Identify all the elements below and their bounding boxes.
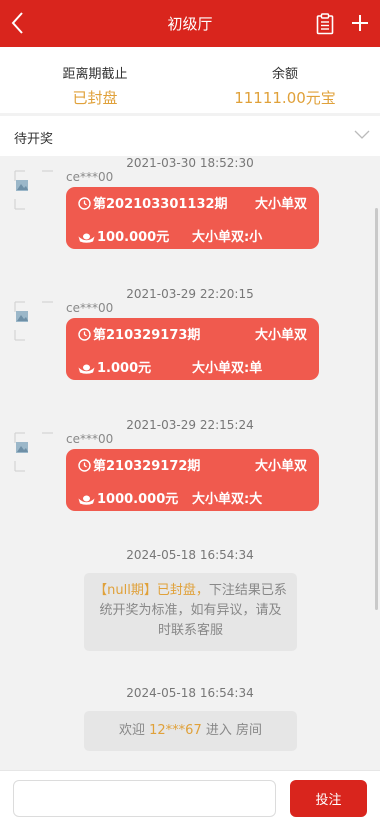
clipboard-icon[interactable] [316,13,334,35]
clock-icon [78,459,91,472]
bet-card[interactable]: 第202103301132期 大小单双 100.000元 大小单双:小 [66,187,319,249]
bet-amount: 100.000元 [78,226,169,245]
bottom-input-bar: 投注 [0,770,380,833]
bet-card[interactable]: 第210329173期 大小单双 1.000元 大小单双:单 [66,318,319,380]
bet-input[interactable] [13,780,276,817]
message-timestamp: 2021-03-30 18:52:30 [126,156,254,170]
balance-panel: 余额 11111.00元宝 [190,47,380,113]
welcome-user: 12***67 [149,723,202,738]
round-info-bar: 距离期截止 已封盘 余额 11111.00元宝 [0,47,380,113]
avatar-placeholder-icon [14,301,53,341]
pending-draw-toggle[interactable]: 待开奖 [0,116,380,156]
place-bet-button[interactable]: 投注 [290,780,367,817]
bet-period-text: 第210329173期 [93,328,201,343]
balance-value: 11111.00元宝 [234,89,336,107]
bet-card[interactable]: 第210329172期 大小单双 1000.000元 大小单双:大 [66,449,319,511]
welcome-notice: 欢迎 12***67 进入 房间 [84,711,297,751]
clock-icon [78,197,91,210]
bet-period: 第210329172期 [78,455,200,474]
bettor-name: ce***00 [66,432,114,446]
bet-pick: 大小单双:大 [192,492,263,507]
bet-pick: 大小单双:单 [192,361,263,376]
message-timestamp: 2021-03-29 22:20:15 [126,287,254,301]
top-nav-bar: 初级厅 [0,0,380,47]
ingot-icon [78,495,95,505]
message-timestamp: 2024-05-18 16:54:34 [126,686,254,700]
chat-feed[interactable]: 2021-03-30 18:52:30 ce***00 第20210330113… [0,156,380,770]
bet-amount: 1.000元 [78,357,151,376]
bet-amount: 1000.000元 [78,488,178,507]
bet-type: 大小单双 [254,328,307,343]
balance-label: 余额 [271,67,298,82]
message-timestamp: 2024-05-18 16:54:34 [126,548,254,562]
avatar-placeholder-icon [14,170,53,210]
plus-icon[interactable] [351,14,369,32]
system-notice-highlight: 【null期】已封盘， [94,583,209,598]
bet-amount-text: 1000.000元 [97,492,179,507]
bet-amount-text: 100.000元 [97,230,170,245]
ingot-icon [78,233,95,243]
feed-scrollbar[interactable] [375,208,378,610]
pending-label: 待开奖 [14,132,54,147]
welcome-prefix: 欢迎 [118,723,145,738]
bet-period-text: 第202103301132期 [93,197,228,212]
bettor-name: ce***00 [66,170,114,184]
countdown-value: 已封盘 [72,89,118,107]
welcome-suffix: 进入 房间 [205,723,263,738]
bet-pick: 大小单双:小 [192,230,263,245]
ingot-icon [78,364,95,374]
bet-period-text: 第210329172期 [93,459,201,474]
system-notice: 【null期】已封盘，下注结果已系统开奖为标准，如有异议，请及时联系客服 [84,573,297,651]
bet-period: 第202103301132期 [78,193,228,212]
countdown-label: 距离期截止 [62,67,128,82]
bet-type: 大小单双 [254,197,307,212]
bet-type: 大小单双 [254,459,307,474]
countdown-panel: 距离期截止 已封盘 [0,47,190,113]
bet-period: 第210329173期 [78,324,200,343]
bet-amount-text: 1.000元 [97,361,152,376]
chevron-down-icon [354,130,370,139]
bettor-name: ce***00 [66,301,114,315]
avatar-placeholder-icon [14,432,53,472]
clock-icon [78,328,91,341]
message-timestamp: 2021-03-29 22:15:24 [126,418,254,432]
